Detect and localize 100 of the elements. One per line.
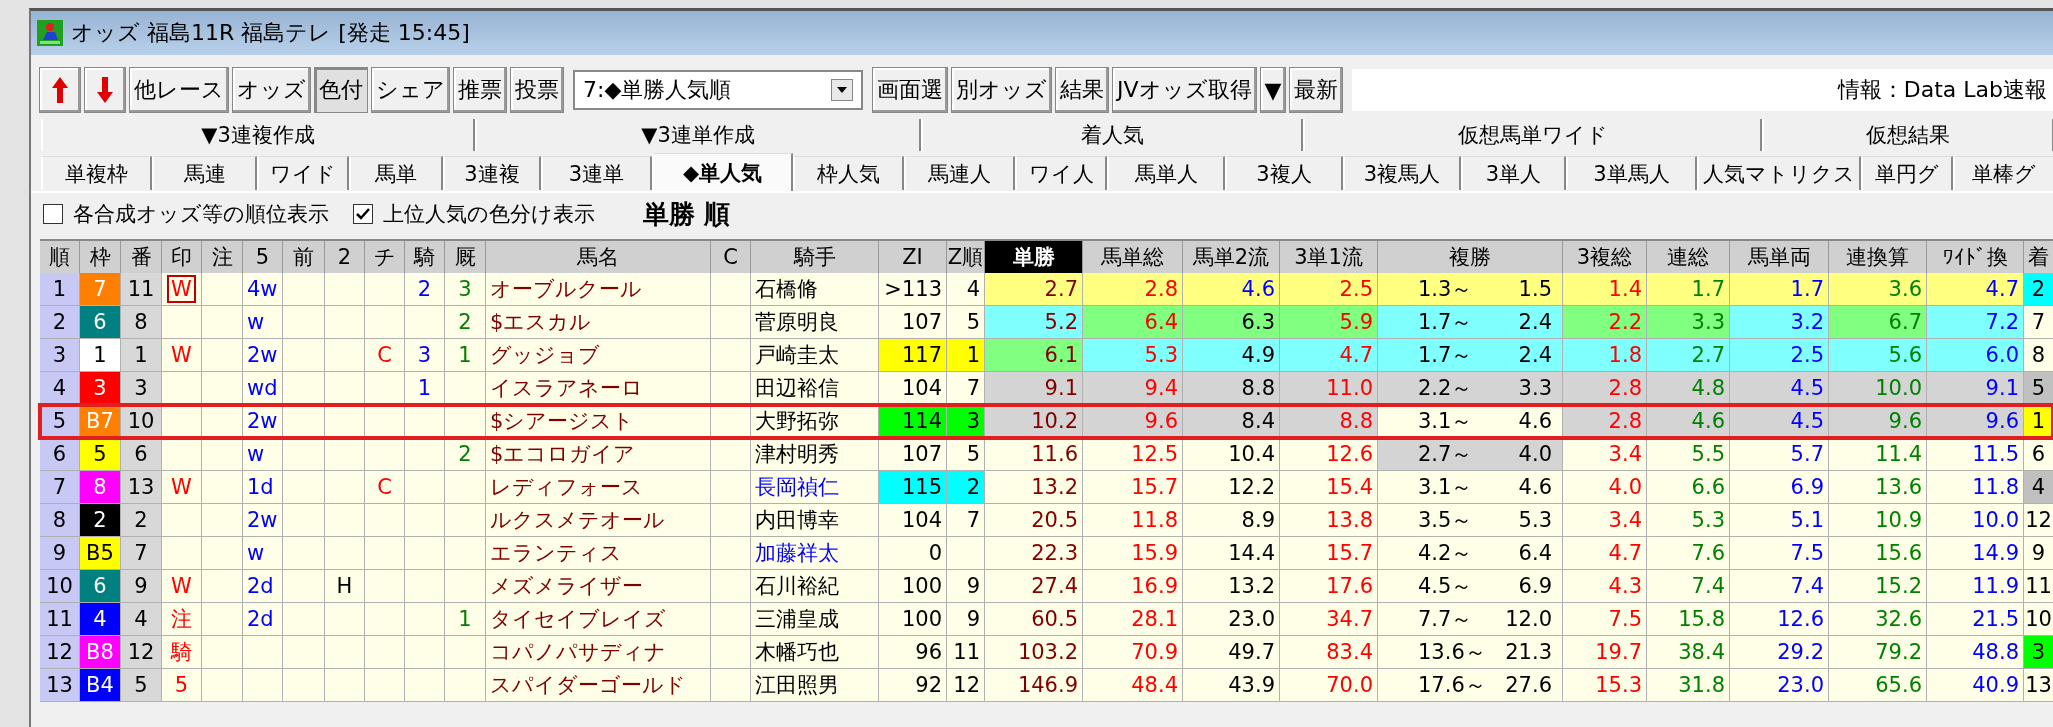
table-cell: 2.8: [1563, 405, 1647, 438]
table-row[interactable]: 12 B8 12 騎 コパノパサディナ 木幡巧也 96 11 103.2 70.9 49.7 83.4 13.6～ 21.3 19.7 38.4 29.2 79.2 48.8 3: [40, 636, 2053, 669]
table-cell: 9.4: [1083, 372, 1183, 405]
tab[interactable]: ワイド: [257, 156, 349, 190]
toolbar-button[interactable]: オッズ: [232, 67, 311, 113]
toolbar-button[interactable]: 投票: [510, 67, 564, 113]
table-cell: 43.9: [1183, 669, 1280, 702]
table-cell: 2.2: [1563, 306, 1647, 339]
tab[interactable]: ワイ人: [1015, 156, 1107, 190]
toolbar-button[interactable]: 最新: [1289, 67, 1344, 113]
table-cell: 5: [80, 438, 121, 471]
table-cell: 4.6: [1647, 405, 1730, 438]
table-cell: 1.7～ 2.4: [1378, 339, 1563, 372]
table-cell: 2.7: [1647, 339, 1730, 372]
table-cell: B4: [80, 669, 121, 702]
sort-dropdown[interactable]: 7:◆単勝人気順: [573, 70, 863, 110]
table-row[interactable]: 3 1 1 W 2w C 3 1 グッジョブ 戸崎圭太 117 1 6.1 5.3 4.9 4.7 1.7～ 2.4 1.8 2.7 2.5 5.6 6.0 8: [40, 339, 2053, 372]
tab[interactable]: 3連単: [541, 156, 652, 190]
table-row[interactable]: 10 6 9 W 2d H メズメライザー 石川裕紀 100 9 27.4 16.9 13.2 17.6 4.5～ 6.9 4.3 7.4 7.4 15.2 11.9 11: [40, 570, 2053, 603]
table-row[interactable]: 13 B4 5 5 スパイダーゴールド 江田照男 92 12 146.9 48.4 43.9 70.0 17.6～ 27.6 15.3 31.8 23.0 65.6 40.9 13: [40, 669, 2053, 702]
table-row[interactable]: 1 7 11 W 4w 2 3 オーブルクール 石橋脩 >113 4 2.7 2.8 4.6 2.5 1.3～ 1.5 1.4 1.7 1.7 3.6 4.7 2: [40, 273, 2053, 306]
table-cell: 1: [40, 273, 80, 306]
table-row[interactable]: 8 2 2 2w ルクスメテオール 内田博幸 104 7 20.5 11.8 8.9 13.8 3.5～ 5.3 3.4 5.3 5.1 10.9 10.0 12: [40, 504, 2053, 537]
table-cell: 23.0: [1730, 669, 1829, 702]
tab[interactable]: 3複人: [1225, 156, 1343, 190]
checkbox-label: 上位人気の色分け表示: [383, 201, 595, 228]
table-row[interactable]: 4 3 3 wd 1 イスラアネーロ 田辺裕信 104 7 9.1 9.4 8.8 11.0 2.2～ 3.3 2.8 4.8 4.5 10.0 9.1 5: [40, 372, 2053, 405]
column-header[interactable]: 単勝: [985, 241, 1083, 273]
toolbar-button[interactable]: 推票: [453, 67, 507, 113]
toolbar-button[interactable]: シェア: [371, 67, 450, 113]
toolbar-button[interactable]: JVオッズ取得: [1112, 67, 1257, 113]
tab[interactable]: 単棒グ: [1953, 156, 2053, 190]
table-cell: 4.5: [1730, 405, 1829, 438]
table-cell: 3: [40, 339, 80, 372]
toolbar-button[interactable]: 色付: [314, 67, 368, 113]
tab[interactable]: 仮想馬単ワイド: [1303, 119, 1762, 151]
table-row[interactable]: 7 8 13 W 1d C レディフォース 長岡禎仁 115 2 13.2 15.7 12.2 15.4 3.1～ 4.6 4.0 6.6 6.9 13.6 11.8 4: [40, 471, 2053, 504]
table-cell: 2: [121, 504, 162, 537]
table-cell: 1.7: [1647, 273, 1730, 306]
table-cell: 6.7: [1829, 306, 1927, 339]
table-cell: 4: [2024, 471, 2053, 504]
table-cell: 13: [40, 669, 80, 702]
table-row[interactable]: 9 B5 7 w エランティス 加藤祥太 0 22.3 15.9 14.4 15.7 4.2～ 6.4 4.7 7.6 7.5 15.6 14.9 9: [40, 537, 2053, 570]
table-cell: 1: [80, 339, 121, 372]
tab[interactable]: 仮想結果: [1762, 119, 2053, 151]
toolbar-button[interactable]: 他レース: [129, 67, 229, 113]
tab[interactable]: 3単馬人: [1566, 156, 1697, 190]
table-cell: 4.7: [1280, 339, 1378, 372]
tab[interactable]: 単円グ: [1861, 156, 1953, 190]
table-cell: 6: [80, 570, 121, 603]
table-cell: 10.2: [985, 405, 1083, 438]
table-cell: 4.5: [1730, 372, 1829, 405]
tab[interactable]: 枠人気: [793, 156, 904, 190]
toolbar-button[interactable]: ▼: [1259, 67, 1287, 113]
info-field: 情報：Data Lab速報: [1352, 69, 2053, 111]
table-cell: 115: [879, 471, 947, 504]
toolbar-button[interactable]: 別オッズ: [951, 67, 1052, 113]
tab[interactable]: 着人気: [921, 119, 1303, 151]
table-cell: 117: [879, 339, 947, 372]
tab[interactable]: 3複馬人: [1343, 156, 1461, 190]
tab[interactable]: 3単人: [1461, 156, 1566, 190]
table-cell: 6.0: [1927, 339, 2024, 372]
table-cell-text: 注: [170, 606, 193, 633]
up-button[interactable]: [39, 67, 81, 113]
toolbar-button[interactable]: 結果: [1055, 67, 1109, 113]
table-cell: 15.3: [1563, 669, 1647, 702]
table-cell: 9.6: [1829, 405, 1927, 438]
tab[interactable]: 馬連: [152, 156, 257, 190]
tab[interactable]: ◆単人気: [652, 153, 793, 191]
table-row[interactable]: 6 5 6 w 2 $エコロガイア 津村明秀 107 5 11.6 12.5 10.4 12.6 2.7～ 4.0 3.4 5.5 5.7 11.4 11.5 6: [40, 438, 2053, 471]
checkbox[interactable]: [353, 204, 373, 224]
tab[interactable]: 馬単人: [1107, 156, 1225, 190]
table-cell: 8: [80, 471, 121, 504]
tab[interactable]: 3連複: [443, 156, 541, 190]
table-cell: 10: [40, 570, 80, 603]
table-cell: B5: [80, 537, 121, 570]
table-cell: 4.7: [1927, 273, 2024, 306]
checkbox[interactable]: [43, 204, 63, 224]
table-cell: 40.9: [1927, 669, 2024, 702]
table-cell: B7: [80, 405, 121, 438]
table-cell: 1: [2024, 405, 2053, 438]
table-cell: 5: [40, 405, 80, 438]
tab[interactable]: ▼3連複作成: [41, 119, 475, 151]
table-cell: 5.9: [1280, 306, 1378, 339]
tab[interactable]: 人気マトリクス: [1697, 156, 1861, 190]
toolbar-button[interactable]: 画面選: [872, 67, 948, 113]
table-row[interactable]: 11 4 4 注 2d 1 タイセイブレイズ 三浦皇成 100 9 60.5 28.1 23.0 34.7 7.7～ 12.0 7.5 15.8 12.6 32.6 21.5 10: [40, 603, 2053, 636]
tab[interactable]: 単複枠: [41, 156, 152, 190]
tab[interactable]: ▼3連単作成: [475, 119, 921, 151]
table-cell: 17.6～ 27.6: [1378, 669, 1563, 702]
arrow-down-icon: [97, 77, 113, 103]
table-row[interactable]: 5 B7 10 2w $シアージスト 大野拓弥 114 3 10.2 9.6 8.4 8.8 3.1～ 4.6 2.8 4.6 4.5 9.6 9.6 1: [40, 405, 2053, 438]
tab[interactable]: 馬連人: [904, 156, 1015, 190]
table-cell: 3: [80, 372, 121, 405]
tab[interactable]: 馬単: [349, 156, 443, 190]
table-cell: 8: [121, 306, 162, 339]
down-button[interactable]: [84, 67, 126, 113]
table-cell: 7: [80, 273, 121, 306]
table-row[interactable]: 2 6 8 w 2 $エスカル 菅原明良 107 5 5.2 6.4 6.3 5.9 1.7～ 2.4 2.2 3.3 3.2 6.7 7.2 7: [40, 306, 2053, 339]
table-cell: 3: [947, 405, 985, 438]
